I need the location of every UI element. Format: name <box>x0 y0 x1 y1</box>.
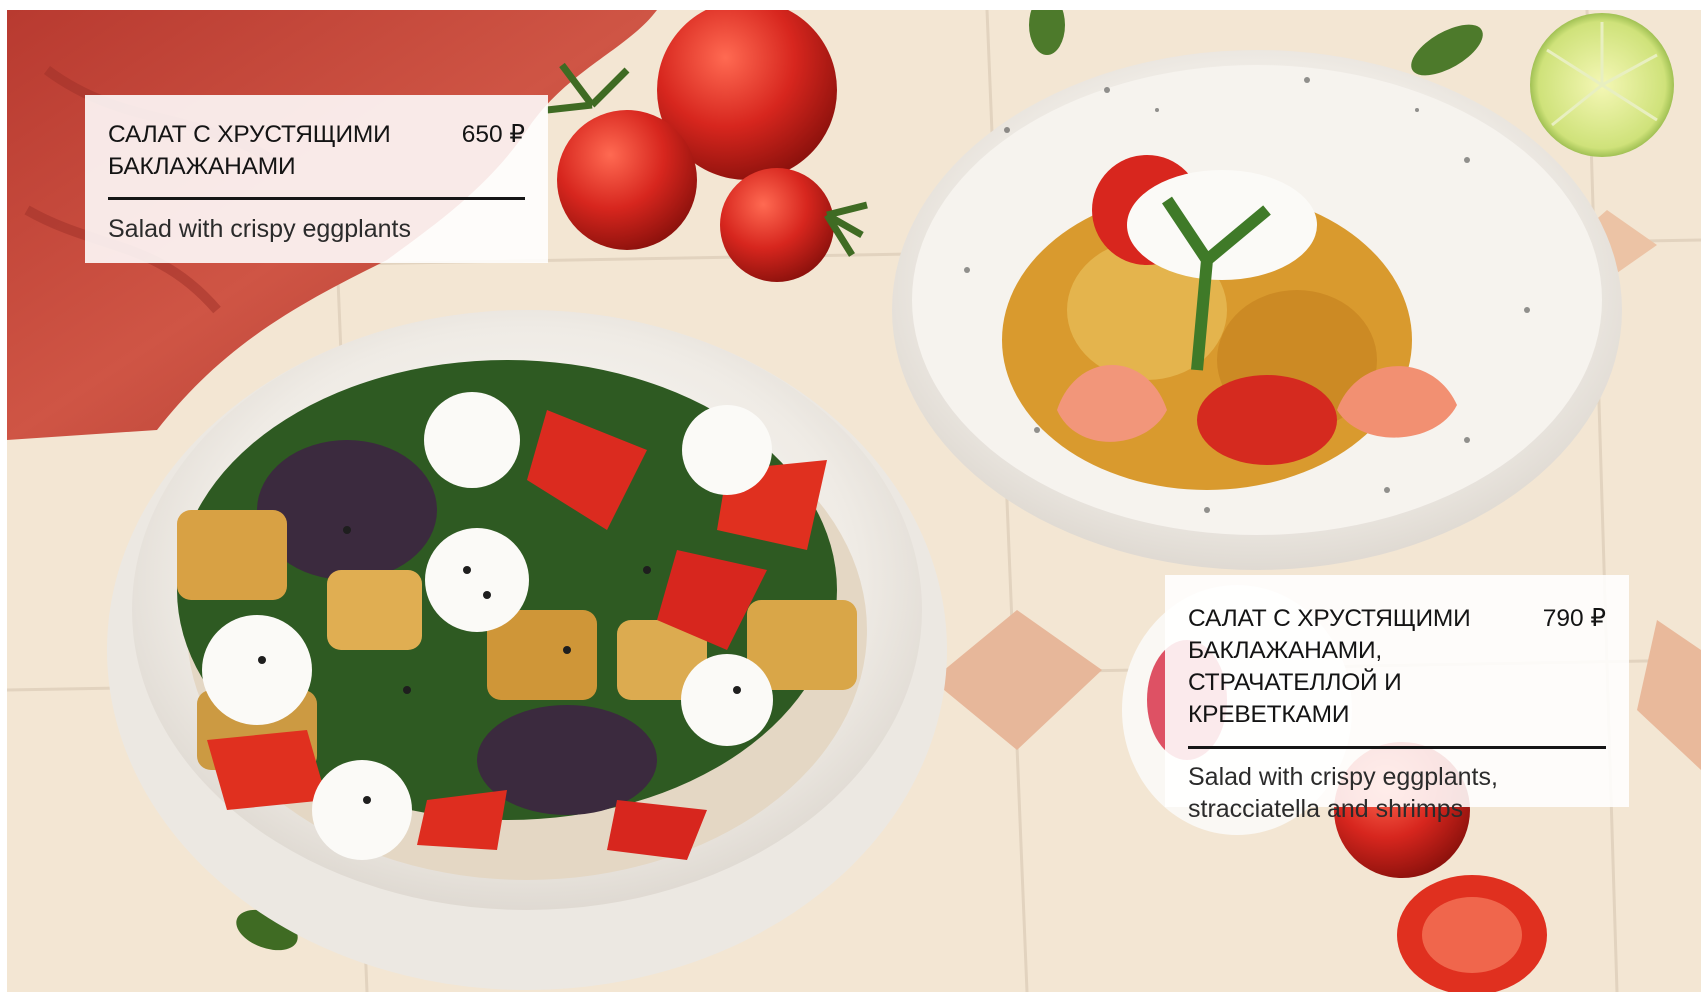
dish-name-line: СТРАЧАТЕЛЛОЙ И КРЕВЕТКАМИ <box>1188 669 1402 728</box>
dish-description-line: Salad with crispy eggplants, <box>1188 763 1498 791</box>
dish-description: Salad with crispy eggplants <box>108 213 525 245</box>
dish-price: 650 ₽ <box>461 121 525 148</box>
tomato-icon <box>720 168 834 282</box>
menu-card-shrimp-salad: САЛАТ С ХРУСТЯЩИМИ БАКЛАЖАНАМИ, СТРАЧАТЕ… <box>1165 575 1629 823</box>
shrimp-salad-bowl-icon <box>892 50 1622 570</box>
card-divider <box>108 197 525 200</box>
dish-price: 790 ₽ <box>1542 605 1606 632</box>
dish-name-line: БАКЛАЖАНАМИ <box>108 153 296 180</box>
dish-name: САЛАТ С ХРУСТЯЩИМИ БАКЛАЖАНАМИ, СТРАЧАТЕ… <box>1188 603 1531 731</box>
card-divider <box>1188 746 1606 749</box>
dish-description-line: Salad with crispy eggplants <box>108 215 411 243</box>
card-header: САЛАТ С ХРУСТЯЩИМИ БАКЛАЖАНАМИ 650 ₽ <box>108 119 525 183</box>
dish-description: Salad with crispy eggplants, stracciatel… <box>1188 761 1606 825</box>
dish-name-line: БАКЛАЖАНАМИ, <box>1188 637 1382 664</box>
tomato-icon <box>557 110 697 250</box>
menu-card-eggplant-salad: САЛАТ С ХРУСТЯЩИМИ БАКЛАЖАНАМИ 650 ₽ Sal… <box>85 95 548 263</box>
card-header: САЛАТ С ХРУСТЯЩИМИ БАКЛАЖАНАМИ, СТРАЧАТЕ… <box>1188 603 1606 731</box>
dish-description-line: stracciatella and shrimps <box>1188 795 1464 823</box>
dish-name-line: САЛАТ С ХРУСТЯЩИМИ <box>1188 605 1471 632</box>
dish-name-line: САЛАТ С ХРУСТЯЩИМИ <box>108 121 391 148</box>
dish-name: САЛАТ С ХРУСТЯЩИМИ БАКЛАЖАНАМИ <box>108 119 391 183</box>
eggplant-salad-bowl-icon <box>107 310 947 990</box>
menu-page: САЛАТ С ХРУСТЯЩИМИ БАКЛАЖАНАМИ 650 ₽ Sal… <box>0 0 1701 992</box>
